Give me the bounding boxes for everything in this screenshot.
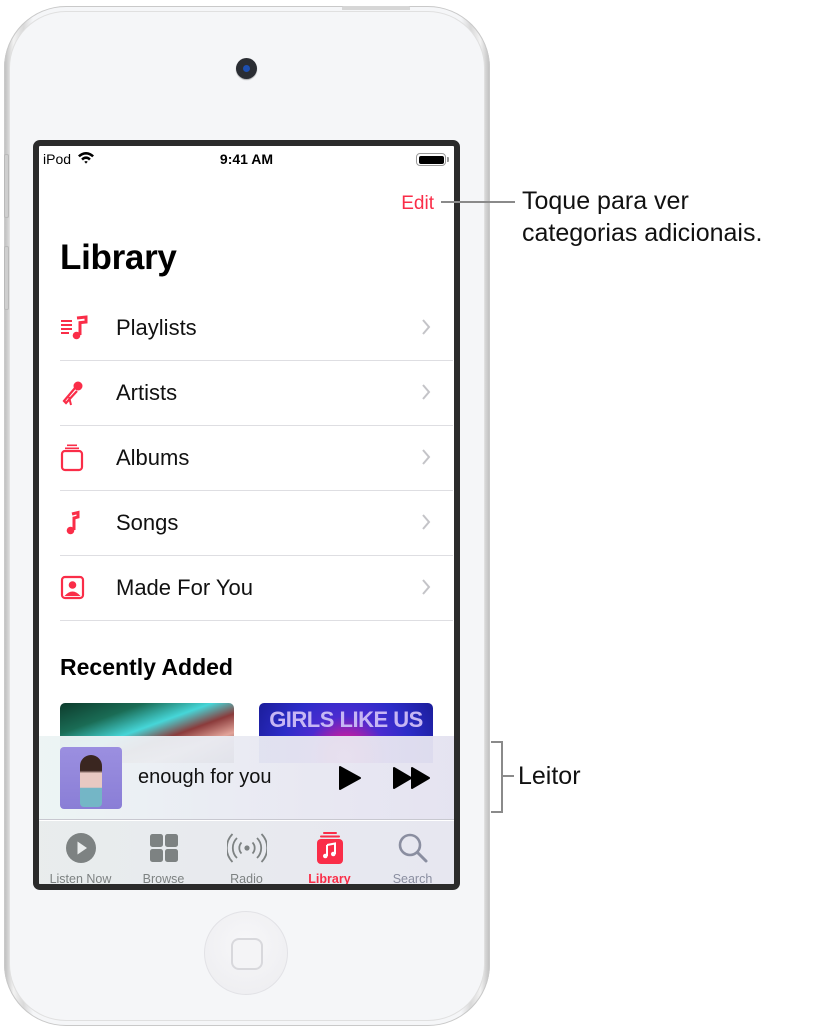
play-circle-icon [65, 833, 96, 863]
library-icon [316, 832, 343, 864]
tab-label: Radio [230, 872, 263, 886]
edit-button[interactable]: Edit [401, 193, 434, 215]
mini-player[interactable]: enough for you [39, 736, 454, 820]
search-icon [398, 833, 427, 863]
player-bracket-tick [503, 775, 514, 777]
library-item-artists[interactable]: Artists [60, 361, 453, 426]
chevron-right-icon [422, 514, 431, 530]
chevron-right-icon [422, 384, 431, 400]
broadcast-icon [226, 833, 267, 863]
library-category-list: Playlists Artists Albums Songs Made For … [60, 296, 453, 621]
home-button[interactable] [204, 911, 288, 995]
recently-added-heading: Recently Added [60, 654, 233, 680]
person-square-icon [60, 575, 96, 601]
page-title: Library [60, 238, 177, 277]
grid-icon [149, 834, 178, 862]
volume-up-button[interactable] [4, 154, 9, 218]
album-stack-icon [60, 444, 96, 472]
home-square-icon [231, 938, 263, 970]
album-art-text: GIRLS LIKE US [269, 707, 423, 732]
tab-browse[interactable]: Browse [122, 821, 205, 886]
edit-callout-text: Toque para ver categorias adicionais. [522, 185, 762, 249]
device-screen: iPod 9:41 AM Edit Library Playlists Arti… [33, 140, 460, 890]
play-icon[interactable] [337, 765, 363, 791]
library-item-made-for-you[interactable]: Made For You [60, 556, 453, 621]
chevron-right-icon [422, 449, 431, 465]
chevron-right-icon [422, 319, 431, 335]
music-note-icon [60, 510, 96, 536]
tab-label: Search [392, 872, 433, 886]
front-camera [236, 58, 257, 79]
edit-callout-line [441, 201, 515, 203]
tab-label: Library [308, 872, 351, 886]
player-callout-text: Leitor [518, 762, 581, 790]
tab-listen-now[interactable]: Listen Now [39, 821, 122, 886]
tab-label: Browse [142, 872, 185, 886]
tab-bar: Listen Now Browse Radio Library Search [39, 821, 454, 886]
tab-search[interactable]: Search [371, 821, 454, 886]
now-playing-title: enough for you [138, 766, 272, 788]
library-item-albums[interactable]: Albums [60, 426, 453, 491]
player-bracket-vertical [501, 741, 503, 813]
tab-library[interactable]: Library [288, 821, 371, 886]
library-item-label: Artists [116, 380, 178, 405]
library-item-label: Playlists [116, 315, 197, 340]
chevron-right-icon [422, 579, 431, 595]
library-item-label: Songs [116, 510, 179, 535]
playlist-icon [60, 315, 96, 341]
volume-down-button[interactable] [4, 246, 9, 310]
status-time: 9:41 AM [219, 151, 274, 167]
battery-full-icon [416, 153, 449, 166]
edit-callout-line1: Toque para ver [522, 187, 689, 215]
now-playing-artwork[interactable] [60, 747, 122, 809]
library-item-songs[interactable]: Songs [60, 491, 453, 556]
sleep-wake-button[interactable] [342, 6, 410, 10]
library-item-label: Made For You [116, 575, 253, 600]
microphone-icon [60, 380, 96, 406]
library-item-label: Albums [116, 445, 190, 470]
edit-callout-line2: categorias adicionais. [522, 219, 763, 247]
player-bracket-bottom [491, 811, 503, 813]
tab-radio[interactable]: Radio [205, 821, 288, 886]
tab-label: Listen Now [49, 872, 112, 886]
status-bar: iPod 9:41 AM [39, 146, 454, 172]
fast-forward-icon[interactable] [392, 766, 432, 790]
library-item-playlists[interactable]: Playlists [60, 296, 453, 361]
